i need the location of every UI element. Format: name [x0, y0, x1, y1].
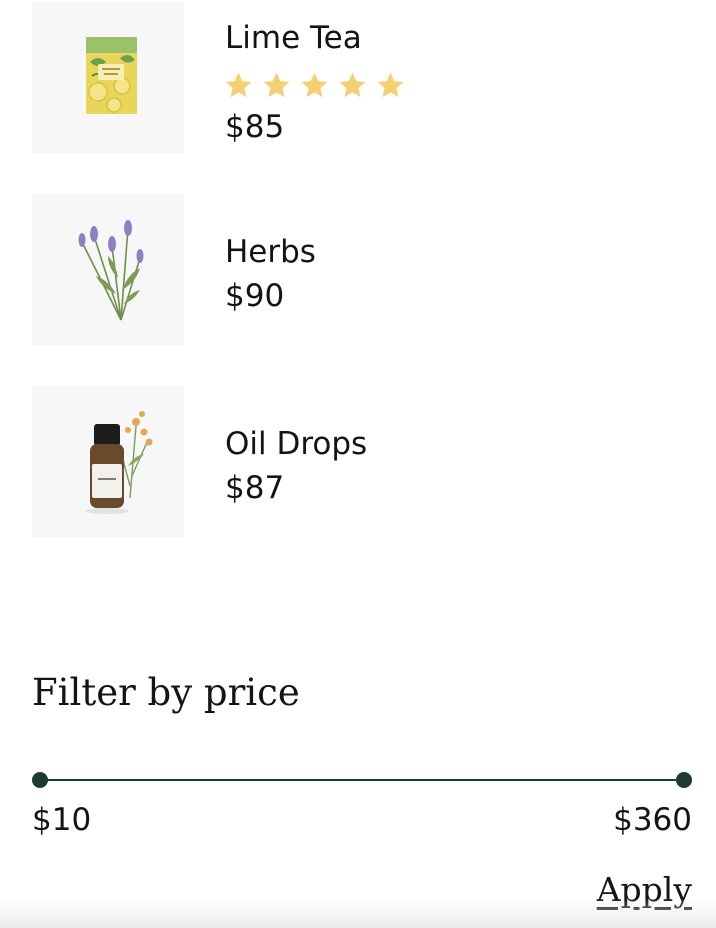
product-price: $85	[225, 109, 285, 145]
product-name[interactable]: Herbs	[225, 234, 316, 270]
star-icon	[263, 72, 290, 98]
product-item-lime-tea[interactable]: Lime Tea $85	[32, 2, 692, 154]
product-price: $87	[225, 470, 285, 506]
product-name[interactable]: Lime Tea	[225, 20, 362, 56]
star-icon	[377, 72, 404, 98]
lavender-herbs-icon	[78, 220, 144, 321]
essential-oil-bottle-icon	[85, 411, 153, 514]
product-thumbnail[interactable]	[32, 194, 184, 346]
product-thumbnail[interactable]	[32, 386, 184, 538]
slider-track[interactable]	[40, 779, 684, 781]
lime-tea-box-icon	[86, 37, 137, 114]
price-min-label: $10	[32, 802, 92, 838]
product-item-oil-drops[interactable]: Oil Drops $87	[32, 386, 692, 538]
product-item-herbs[interactable]: Herbs $90	[32, 194, 692, 346]
product-name[interactable]: Oil Drops	[225, 426, 367, 462]
bottom-shadow	[0, 898, 716, 928]
star-icon	[301, 72, 328, 98]
product-thumbnail[interactable]	[32, 2, 184, 154]
filter-title: Filter by price	[32, 671, 300, 714]
rating-stars	[223, 70, 406, 102]
star-icon	[339, 72, 366, 98]
star-icon	[225, 72, 252, 98]
price-range-slider[interactable]	[32, 771, 692, 789]
slider-handle-min[interactable]	[32, 772, 48, 788]
price-max-label: $360	[613, 802, 692, 838]
product-price: $90	[225, 278, 285, 314]
slider-handle-max[interactable]	[676, 772, 692, 788]
